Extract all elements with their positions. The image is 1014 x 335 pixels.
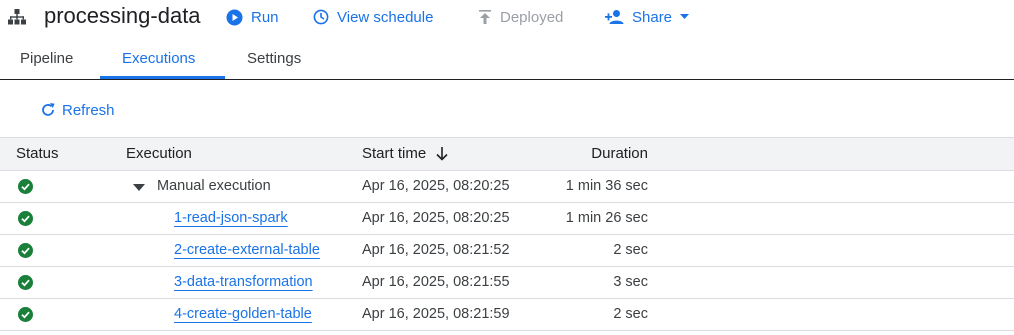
duration: 1 min 26 sec bbox=[565, 210, 648, 226]
duration: 2 sec bbox=[613, 306, 648, 322]
view-schedule-button[interactable]: View schedule bbox=[313, 6, 433, 28]
deployed-label: Deployed bbox=[500, 8, 564, 26]
duration: 1 min 36 sec bbox=[565, 178, 648, 194]
start-time-label: Start time bbox=[362, 145, 427, 162]
column-header-status: Status bbox=[16, 145, 59, 162]
tab-bar: Pipeline Executions Settings bbox=[0, 36, 1014, 80]
view-schedule-label: View schedule bbox=[337, 8, 434, 26]
start-time: Apr 16, 2025, 08:20:25 bbox=[362, 210, 510, 226]
start-time: Apr 16, 2025, 08:21:52 bbox=[362, 242, 510, 258]
page-title: processing-data bbox=[44, 3, 201, 28]
table-row: 2-create-external-table Apr 16, 2025, 08… bbox=[0, 235, 1014, 267]
duration: 2 sec bbox=[613, 242, 648, 258]
start-time: Apr 16, 2025, 08:20:25 bbox=[362, 178, 510, 194]
tab-pipeline[interactable]: Pipeline bbox=[20, 36, 73, 78]
column-header-duration: Duration bbox=[591, 145, 648, 162]
play-circle-icon bbox=[226, 9, 243, 25]
check-circle-icon bbox=[18, 243, 33, 258]
start-time: Apr 16, 2025, 08:21:55 bbox=[362, 274, 510, 290]
task-link[interactable]: 1-read-json-spark bbox=[174, 203, 288, 234]
page-header: processing-data Run View schedule Deploy… bbox=[0, 0, 1014, 36]
execution-name: Manual execution bbox=[157, 178, 271, 194]
tab-settings[interactable]: Settings bbox=[247, 36, 301, 78]
task-link[interactable]: 2-create-external-table bbox=[174, 235, 320, 266]
executions-table: Status Execution Start time Duration Man… bbox=[0, 137, 1014, 331]
refresh-icon bbox=[42, 103, 55, 116]
table-header: Status Execution Start time Duration bbox=[0, 137, 1014, 171]
duration: 3 sec bbox=[613, 274, 648, 290]
refresh-button[interactable]: Refresh bbox=[40, 99, 115, 121]
table-row: Manual execution Apr 16, 2025, 08:20:25 … bbox=[0, 171, 1014, 203]
run-button[interactable]: Run bbox=[226, 6, 279, 28]
clock-icon bbox=[313, 9, 329, 25]
caret-down-icon bbox=[680, 14, 690, 19]
column-header-execution: Execution bbox=[126, 145, 192, 162]
upload-icon bbox=[479, 10, 491, 24]
refresh-label: Refresh bbox=[62, 101, 115, 119]
share-label: Share bbox=[632, 8, 673, 26]
person-add-icon bbox=[605, 10, 624, 24]
column-header-start-time[interactable]: Start time bbox=[362, 138, 448, 170]
task-link[interactable]: 4-create-golden-table bbox=[174, 299, 312, 330]
table-row: 4-create-golden-table Apr 16, 2025, 08:2… bbox=[0, 299, 1014, 331]
tab-executions[interactable]: Executions bbox=[122, 36, 195, 78]
table-row: 3-data-transformation Apr 16, 2025, 08:2… bbox=[0, 267, 1014, 299]
arrow-down-icon bbox=[436, 147, 448, 161]
share-button[interactable]: Share bbox=[605, 6, 690, 28]
run-label: Run bbox=[251, 8, 279, 26]
deployed-button[interactable]: Deployed bbox=[478, 6, 563, 28]
check-circle-icon bbox=[18, 275, 33, 290]
task-link[interactable]: 3-data-transformation bbox=[174, 267, 313, 298]
start-time: Apr 16, 2025, 08:21:59 bbox=[362, 306, 510, 322]
pipeline-icon bbox=[8, 9, 26, 25]
check-circle-icon bbox=[18, 307, 33, 322]
expand-caret-icon[interactable] bbox=[133, 184, 145, 191]
active-tab-indicator bbox=[100, 76, 225, 79]
table-row: 1-read-json-spark Apr 16, 2025, 08:20:25… bbox=[0, 203, 1014, 235]
check-circle-icon bbox=[18, 179, 33, 194]
check-circle-icon bbox=[18, 211, 33, 226]
